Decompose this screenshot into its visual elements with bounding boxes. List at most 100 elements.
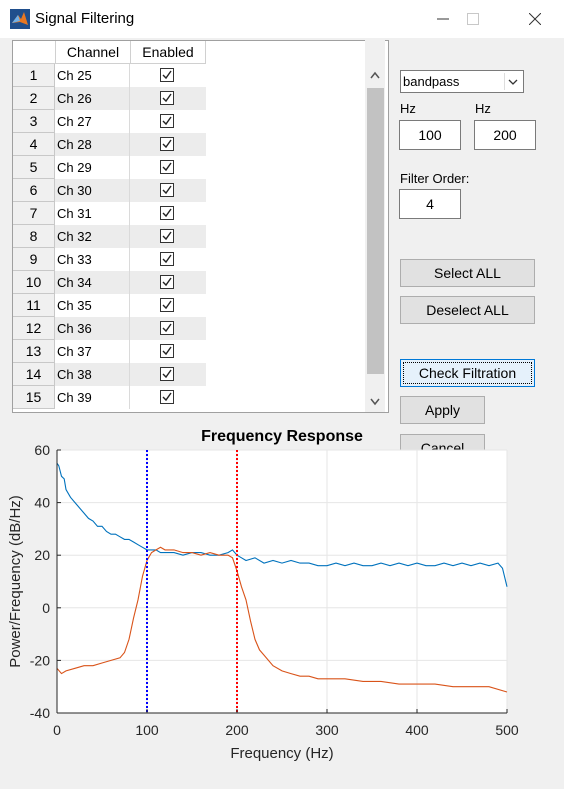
frequency-response-chart[interactable]: 0 100 200 300 400 500 -40 -20 0 20 40 60 Frequency (… (0, 440, 564, 789)
x-tick-label: 500 (495, 722, 519, 738)
table-row[interactable]: 12 Ch 36 (13, 317, 206, 340)
table-row[interactable]: 9 Ch 33 (13, 248, 206, 271)
enabled-checkbox[interactable] (160, 367, 174, 381)
y-axis-label: Power/Frequency (dB/Hz) (7, 495, 24, 668)
enabled-checkbox[interactable] (160, 321, 174, 335)
enabled-checkbox[interactable] (160, 114, 174, 128)
plot-area (57, 450, 507, 713)
x-tick-label: 100 (135, 722, 159, 738)
table-row[interactable]: 14 Ch 38 (13, 363, 206, 386)
low-cutoff-label: Hz (400, 101, 416, 116)
enabled-checkbox[interactable] (160, 252, 174, 266)
table-row[interactable]: 3 Ch 27 (13, 110, 206, 133)
y-tick-label: 20 (34, 547, 50, 563)
enabled-checkbox[interactable] (160, 160, 174, 174)
maximize-icon (467, 13, 479, 25)
table-row[interactable]: 2 Ch 26 (13, 87, 206, 110)
high-cutoff-field[interactable]: 200 (474, 120, 536, 150)
y-tick-label: 40 (34, 495, 50, 511)
enabled-checkbox[interactable] (160, 183, 174, 197)
matlab-app-icon (10, 9, 30, 29)
checkmark-icon (162, 162, 172, 172)
checkmark-icon (162, 208, 172, 218)
enabled-checkbox[interactable] (160, 137, 174, 151)
table-row[interactable]: 11 Ch 35 (13, 294, 206, 317)
close-button[interactable] (512, 0, 558, 38)
channel-name: Ch 26 (56, 87, 130, 110)
focus-outline (403, 362, 532, 384)
maximize-button[interactable] (450, 0, 496, 38)
scroll-up-icon (370, 71, 380, 79)
channel-column-header[interactable]: Channel (56, 41, 131, 64)
enabled-checkbox[interactable] (160, 229, 174, 243)
enabled-checkbox[interactable] (160, 91, 174, 105)
channel-name: Ch 38 (56, 363, 130, 386)
deselect-all-button[interactable]: Deselect ALL (400, 296, 535, 324)
row-number: 3 (13, 110, 55, 133)
table-row[interactable]: 7 Ch 31 (13, 202, 206, 225)
channel-name: Ch 34 (56, 271, 130, 294)
y-tick-label: -20 (30, 652, 50, 668)
checkmark-icon (162, 93, 172, 103)
x-tick-label: 400 (405, 722, 429, 738)
checkmark-icon (162, 70, 172, 80)
channel-name: Ch 27 (56, 110, 130, 133)
checkmark-icon (162, 185, 172, 195)
channel-name: Ch 37 (56, 340, 130, 363)
enabled-checkbox[interactable] (160, 275, 174, 289)
channel-name: Ch 25 (56, 64, 130, 87)
low-cutoff-field[interactable]: 100 (399, 120, 461, 150)
table-row[interactable]: 5 Ch 29 (13, 156, 206, 179)
x-tick-label: 200 (225, 722, 249, 738)
high-cutoff-label: Hz (475, 101, 491, 116)
enabled-checkbox[interactable] (160, 206, 174, 220)
table-row[interactable]: 13 Ch 37 (13, 340, 206, 363)
filter-order-field[interactable]: 4 (399, 189, 461, 219)
apply-button[interactable]: Apply (400, 396, 485, 424)
row-number: 6 (13, 179, 55, 202)
checkmark-icon (162, 323, 172, 333)
checkmark-icon (162, 139, 172, 149)
close-icon (529, 13, 541, 25)
enabled-checkbox[interactable] (160, 68, 174, 82)
table-row[interactable]: 15 Ch 39 (13, 386, 206, 409)
channel-name: Ch 30 (56, 179, 130, 202)
table-row[interactable]: 6 Ch 30 (13, 179, 206, 202)
row-number: 7 (13, 202, 55, 225)
row-number: 5 (13, 156, 55, 179)
row-number: 10 (13, 271, 55, 294)
table-row[interactable]: 1 Ch 25 (13, 64, 206, 87)
channel-name: Ch 35 (56, 294, 130, 317)
filter-type-value: bandpass (403, 74, 460, 89)
row-number: 12 (13, 317, 55, 340)
window-title: Signal Filtering (35, 10, 135, 27)
row-number: 9 (13, 248, 55, 271)
channel-name: Ch 33 (56, 248, 130, 271)
checkmark-icon (162, 346, 172, 356)
table-row[interactable]: 10 Ch 34 (13, 271, 206, 294)
row-number: 2 (13, 87, 55, 110)
filter-order-label: Filter Order: (400, 171, 470, 186)
filter-type-dropdown[interactable]: bandpass (400, 70, 524, 93)
chevron-down-icon (504, 73, 521, 90)
checkmark-icon (162, 116, 172, 126)
row-number: 11 (13, 294, 55, 317)
table-row[interactable]: 4 Ch 28 (13, 133, 206, 156)
check-filtration-button[interactable]: Check Filtration (400, 359, 535, 387)
channel-name: Ch 39 (56, 386, 130, 409)
checkmark-icon (162, 231, 172, 241)
table-row[interactable]: 8 Ch 32 (13, 225, 206, 248)
enabled-checkbox[interactable] (160, 390, 174, 404)
enabled-checkbox[interactable] (160, 298, 174, 312)
x-tick-label: 300 (315, 722, 339, 738)
scroll-thumb[interactable] (367, 88, 384, 374)
row-number: 8 (13, 225, 55, 248)
enabled-checkbox[interactable] (160, 344, 174, 358)
channel-table[interactable]: Channel Enabled 1 Ch 25 2 Ch 26 3 Ch 27 4 Ch 28… (12, 40, 389, 413)
y-tick-label: -40 (30, 705, 50, 721)
x-axis-label: Frequency (Hz) (230, 745, 333, 762)
select-all-button[interactable]: Select ALL (400, 259, 535, 287)
channel-name: Ch 29 (56, 156, 130, 179)
enabled-column-header[interactable]: Enabled (131, 41, 206, 64)
checkmark-icon (162, 254, 172, 264)
